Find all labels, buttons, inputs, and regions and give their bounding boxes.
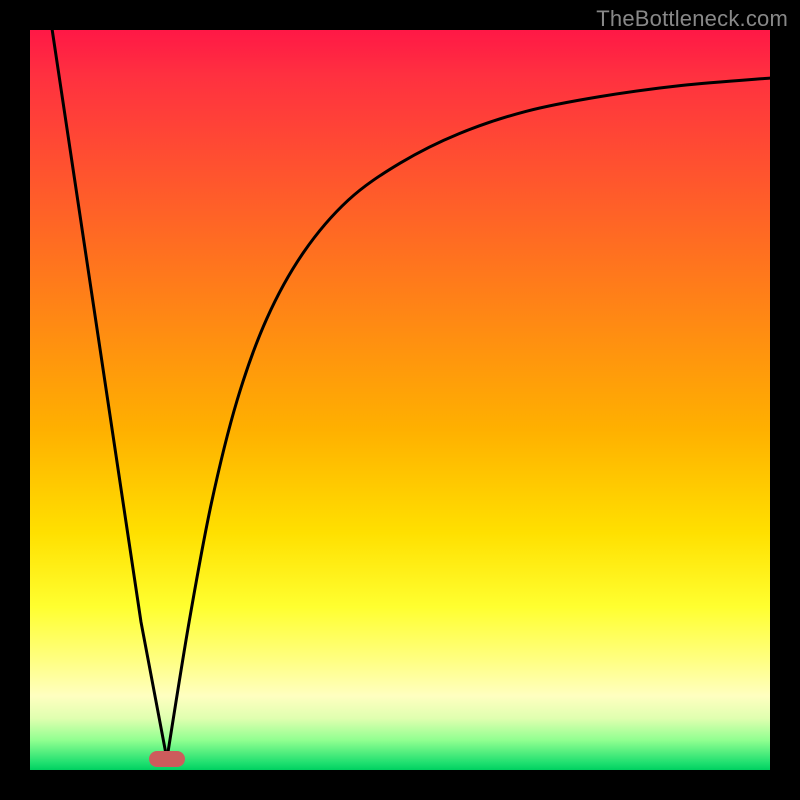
curve-layer bbox=[30, 30, 770, 770]
curve-left-branch bbox=[52, 30, 167, 759]
chart-frame: TheBottleneck.com bbox=[0, 0, 800, 800]
curve-right-branch bbox=[167, 78, 770, 759]
watermark-text: TheBottleneck.com bbox=[596, 6, 788, 32]
bottleneck-marker bbox=[149, 751, 185, 767]
